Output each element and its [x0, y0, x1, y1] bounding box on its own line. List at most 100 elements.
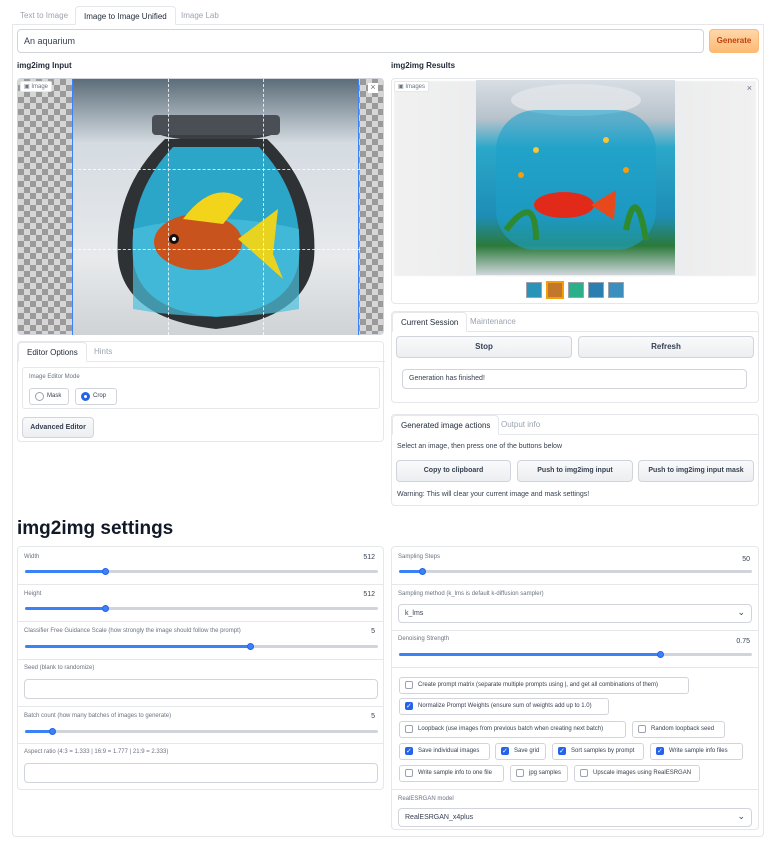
- refresh-button[interactable]: Refresh: [578, 336, 754, 358]
- steps-slider-thumb[interactable]: [419, 568, 426, 575]
- sampler-select[interactable]: k_lms ⌄: [398, 604, 752, 623]
- result-main-image[interactable]: [476, 80, 675, 275]
- close-icon[interactable]: ×: [747, 83, 752, 93]
- row-divider: [18, 743, 383, 744]
- result-thumbnail[interactable]: [608, 282, 624, 298]
- editor-options-panel: Editor Options Hints Image Editor Mode M…: [17, 341, 385, 442]
- radio-crop-dot: [81, 392, 90, 401]
- batch-slider-track[interactable]: [25, 730, 378, 733]
- checkbox-label: Create prompt matrix (separate multiple …: [418, 682, 658, 688]
- prompt-input[interactable]: An aquarium: [17, 29, 704, 53]
- push-to-img2img-button[interactable]: Push to img2img input: [517, 460, 633, 482]
- checkbox-box: [516, 769, 524, 777]
- status-output: Generation has finished!: [402, 369, 747, 389]
- sort-samples-checkbox[interactable]: Sort samples by prompt: [552, 743, 644, 760]
- chevron-down-icon: ⌄: [737, 811, 745, 821]
- generate-button[interactable]: Generate: [709, 29, 759, 53]
- advanced-editor-button[interactable]: Advanced Editor: [22, 417, 94, 438]
- mode-crop-radio[interactable]: Crop: [75, 388, 117, 405]
- write-info-one-file-checkbox[interactable]: Write sample info to one file: [399, 765, 504, 782]
- checkbox-box: [405, 725, 413, 733]
- result-thumbnail[interactable]: [588, 282, 604, 298]
- save-grid-checkbox[interactable]: Save grid: [495, 743, 546, 760]
- tab-output-info[interactable]: Output info: [493, 415, 548, 435]
- input-image-chip: ▣ Image: [20, 81, 53, 92]
- batch-slider-thumb[interactable]: [49, 728, 56, 735]
- row-divider: [18, 706, 383, 707]
- aspect-ratio-input[interactable]: [24, 763, 378, 783]
- normalize-weights-checkbox[interactable]: Normalize Prompt Weights (ensure sum of …: [399, 698, 609, 715]
- denoise-slider-fill: [399, 653, 661, 656]
- cfg-slider-thumb[interactable]: [247, 643, 254, 650]
- left-settings-panel: Width 512 Height 512 Classifier Free Gui…: [17, 546, 384, 790]
- seed-label: Seed (blank to randomize): [24, 665, 95, 671]
- write-sample-info-checkbox[interactable]: Write sample info files: [650, 743, 743, 760]
- seed-input[interactable]: [24, 679, 378, 699]
- batch-value[interactable]: 5: [371, 713, 375, 720]
- result-thumbnail-selected[interactable]: [546, 281, 564, 299]
- actions-hint: Select an image, then press one of the b…: [397, 443, 562, 450]
- aspect-label: Aspect ratio (4:3 = 1.333 | 16:9 = 1.777…: [24, 749, 169, 755]
- height-label: Height: [24, 591, 42, 597]
- checkbox-box: [638, 725, 646, 733]
- save-individual-images-checkbox[interactable]: Save individual images: [399, 743, 490, 760]
- cfg-slider-fill: [25, 645, 251, 648]
- editor-mode-label: Image Editor Mode: [29, 374, 80, 380]
- prompt-matrix-checkbox[interactable]: Create prompt matrix (separate multiple …: [399, 677, 689, 694]
- width-slider-thumb[interactable]: [102, 568, 109, 575]
- input-image-chip-label: Image: [31, 84, 49, 90]
- editor-mode-group: Image Editor Mode Mask Crop: [22, 367, 380, 409]
- random-loopback-seed-checkbox[interactable]: Random loopback seed: [632, 721, 725, 738]
- crop-guide-h2: [73, 249, 360, 250]
- checkbox-label: Sort samples by prompt: [571, 748, 635, 754]
- session-panel: Current Session Maintenance Stop Refresh…: [391, 311, 759, 403]
- crop-guide-v1: [168, 79, 169, 335]
- height-value[interactable]: 512: [363, 591, 375, 598]
- sampler-value: k_lms: [405, 610, 424, 617]
- tab-hints[interactable]: Hints: [86, 342, 120, 362]
- denoise-slider-thumb[interactable]: [657, 651, 664, 658]
- fishbowl-illustration: [117, 115, 315, 329]
- tab-image-lab[interactable]: Image Lab: [173, 6, 227, 25]
- checkbox-label: Write sample info files: [669, 748, 728, 754]
- tab-image-to-image-unified[interactable]: Image to Image Unified: [75, 6, 176, 25]
- tab-text-to-image[interactable]: Text to Image: [12, 6, 76, 25]
- checkbox-label: Save grid: [514, 748, 540, 754]
- tab-current-session[interactable]: Current Session: [392, 312, 468, 332]
- width-value[interactable]: 512: [363, 554, 375, 561]
- row-divider: [392, 667, 758, 668]
- row-divider: [392, 630, 758, 631]
- actions-warning: Warning: This will clear your current im…: [397, 491, 590, 498]
- tab-generated-image-actions[interactable]: Generated image actions: [392, 415, 500, 435]
- tab-maintenance[interactable]: Maintenance: [462, 312, 524, 332]
- input-image-editor[interactable]: ▣ Image ×: [17, 78, 384, 335]
- radio-mask-dot: [35, 392, 44, 401]
- steps-value[interactable]: 50: [742, 556, 750, 563]
- image-icon: ▣: [24, 84, 30, 90]
- push-to-img2img-mask-button[interactable]: Push to img2img input mask: [638, 460, 754, 482]
- height-slider-thumb[interactable]: [102, 605, 109, 612]
- results-panel-title: img2img Results: [391, 61, 456, 70]
- result-thumbnail[interactable]: [568, 282, 584, 298]
- denoise-value[interactable]: 0.75: [736, 638, 750, 645]
- copy-to-clipboard-button[interactable]: Copy to clipboard: [396, 460, 511, 482]
- cfg-label: Classifier Free Guidance Scale (how stro…: [24, 628, 241, 634]
- loopback-checkbox[interactable]: Loopback (use images from previous batch…: [399, 721, 626, 738]
- realesrgan-model-select[interactable]: RealESRGAN_x4plus ⌄: [398, 808, 752, 827]
- height-slider-fill: [25, 607, 106, 610]
- steps-slider-track[interactable]: [399, 570, 752, 573]
- upscale-realesrgan-checkbox[interactable]: Upscale images using RealESRGAN: [574, 765, 700, 782]
- row-divider: [18, 659, 383, 660]
- close-icon[interactable]: ×: [368, 83, 378, 93]
- mode-mask-radio[interactable]: Mask: [29, 388, 69, 405]
- cfg-value[interactable]: 5: [371, 628, 375, 635]
- result-thumbnail[interactable]: [526, 282, 542, 298]
- checkbox-box: [580, 769, 588, 777]
- results-gallery: ▣ Images ×: [391, 78, 759, 304]
- tab-editor-options[interactable]: Editor Options: [18, 342, 87, 362]
- checkbox-box: [405, 744, 413, 759]
- checkbox-box: [405, 699, 413, 714]
- jpg-samples-checkbox[interactable]: jpg samples: [510, 765, 568, 782]
- stop-button[interactable]: Stop: [396, 336, 572, 358]
- row-divider: [18, 621, 383, 622]
